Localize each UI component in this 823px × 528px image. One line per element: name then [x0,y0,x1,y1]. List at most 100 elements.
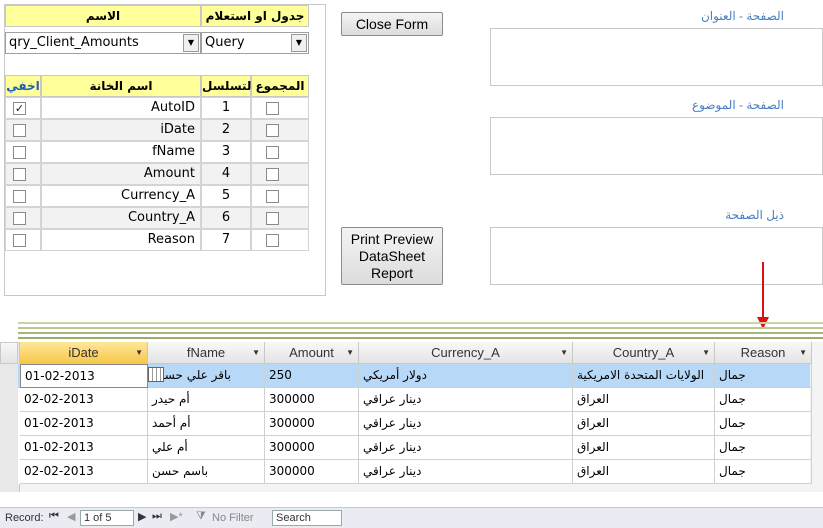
title-label: الصفحة - العنوان [700,9,784,23]
chevron-down-icon[interactable]: ▼ [135,342,143,363]
table-cell[interactable]: باسم حسن [148,460,265,484]
table-cell[interactable]: جمال [715,388,812,412]
table-cell[interactable]: 300000 [265,436,359,460]
sequence-cell[interactable]: 5 [201,185,251,207]
title-textbox[interactable] [490,28,823,86]
footer-textbox[interactable] [490,227,823,285]
close-form-button[interactable]: Close Form [341,12,443,36]
table-cell[interactable]: الولايات المتحدة الامريكية [573,364,715,388]
field-name-cell: AutoID [41,97,201,119]
calendar-icon[interactable] [148,367,164,382]
hide-cell [5,119,41,141]
column-header-amount[interactable]: Amount ▼ [265,342,359,364]
chevron-down-icon[interactable]: ▼ [346,342,354,363]
table-cell[interactable]: 02-02-2013 [20,388,148,412]
hide-checkbox[interactable]: ✓ [13,102,26,115]
table-cell[interactable]: 300000 [265,460,359,484]
table-cell[interactable]: دينار عراقي [359,388,573,412]
hide-cell [5,141,41,163]
search-input[interactable]: Search [272,510,342,526]
total-checkbox[interactable] [266,168,279,181]
print-preview-button[interactable]: Print Preview DataSheet Report [341,227,443,285]
table-row[interactable]: 01-02-2013 أم أحمد 300000 دينار عراقي العراق… [18,412,812,436]
hide-checkbox[interactable] [13,146,26,159]
table-row[interactable]: 02-02-2013 باسم حسن 300000 دينار عراقي العرا… [18,460,812,484]
select-all-corner[interactable] [0,342,18,364]
table-cell[interactable]: 300000 [265,388,359,412]
sequence-cell[interactable]: 1 [201,97,251,119]
total-checkbox[interactable] [266,124,279,137]
table-row[interactable]: 02-02-2013 أم حيدر 300000 دينار عراقي العراق… [18,388,812,412]
last-record-icon[interactable]: ⏭ [152,510,162,523]
total-checkbox[interactable] [266,190,279,203]
table-cell[interactable]: 250 [265,364,359,388]
table-cell[interactable]: دينار عراقي [359,460,573,484]
table-cell[interactable]: دولار أمريكي [359,364,573,388]
first-record-icon[interactable]: ⏮ [49,510,59,523]
table-row[interactable]: 01-02-2013 باقر علي حسين 250 دولار أمريكي ال… [18,364,812,388]
hide-cell [5,185,41,207]
hide-checkbox[interactable] [13,190,26,203]
next-record-icon[interactable]: ▶ [138,510,146,523]
chevron-down-icon[interactable]: ▼ [291,34,307,52]
sequence-cell[interactable]: 3 [201,141,251,163]
previous-record-icon[interactable]: ◀ [67,510,75,523]
source-type-combo[interactable]: Query ▼ [201,32,309,54]
column-header-currency_a[interactable]: Currency_A ▼ [359,342,573,364]
name-header: الاسم [5,5,201,27]
subject-textbox[interactable] [490,117,823,175]
sequence-cell[interactable]: 6 [201,207,251,229]
table-cell[interactable]: أم علي [148,436,265,460]
column-header-label: iDate [68,345,99,360]
table-cell[interactable]: جمال [715,460,812,484]
separator-line [18,327,823,329]
table-cell[interactable]: 02-02-2013 [20,460,148,484]
table-cell[interactable]: جمال [715,364,812,388]
sequence-column-header: التسلسل [201,75,256,97]
hide-checkbox[interactable] [13,124,26,137]
current-record-field[interactable]: 1 of 5 [80,510,134,526]
hide-checkbox[interactable] [13,168,26,181]
new-record-icon[interactable]: ▶* [170,510,183,523]
table-cell[interactable]: العراق [573,388,715,412]
column-header-idate[interactable]: iDate ▼ [20,342,148,364]
chevron-down-icon[interactable]: ▼ [702,342,710,363]
table-cell[interactable]: العراق [573,436,715,460]
total-checkbox[interactable] [266,146,279,159]
table-cell[interactable]: 01-02-2013 [20,436,148,460]
chevron-down-icon[interactable]: ▼ [560,342,568,363]
table-cell[interactable]: العراق [573,460,715,484]
chevron-down-icon[interactable]: ▼ [252,342,260,363]
total-checkbox[interactable] [266,102,279,115]
table-cell[interactable]: 01-02-2013 [20,364,148,388]
total-cell [251,229,309,251]
source-name-combo[interactable]: qry_Client_Amounts ▼ [5,32,201,54]
table-cell[interactable]: 01-02-2013 [20,412,148,436]
sequence-cell[interactable]: 4 [201,163,251,185]
total-cell [251,163,309,185]
column-header-reason[interactable]: Reason ▼ [715,342,812,364]
table-cell[interactable]: أم أحمد [148,412,265,436]
chevron-down-icon[interactable]: ▼ [183,34,199,52]
footer-label: ذيل الصفحة [725,208,784,222]
hide-checkbox[interactable] [13,212,26,225]
chevron-down-icon[interactable]: ▼ [799,342,807,363]
column-header-fname[interactable]: fName ▼ [148,342,265,364]
table-cell[interactable]: العراق [573,412,715,436]
sequence-cell[interactable]: 7 [201,229,251,251]
total-checkbox[interactable] [266,234,279,247]
table-row[interactable]: 01-02-2013 أم علي 300000 دينار عراقي العراق ج… [18,436,812,460]
hide-checkbox[interactable] [13,234,26,247]
column-header-country_a[interactable]: Country_A ▼ [573,342,715,364]
table-cell[interactable]: باقر علي حسين [148,364,265,388]
table-cell[interactable]: جمال [715,412,812,436]
sequence-cell[interactable]: 2 [201,119,251,141]
hide-column-header: اخفي [5,75,41,97]
total-checkbox[interactable] [266,212,279,225]
table-cell[interactable]: جمال [715,436,812,460]
no-filter-indicator[interactable]: No Filter [212,512,254,524]
table-cell[interactable]: 300000 [265,412,359,436]
table-cell[interactable]: دينار عراقي [359,436,573,460]
table-cell[interactable]: دينار عراقي [359,412,573,436]
table-cell[interactable]: أم حيدر [148,388,265,412]
